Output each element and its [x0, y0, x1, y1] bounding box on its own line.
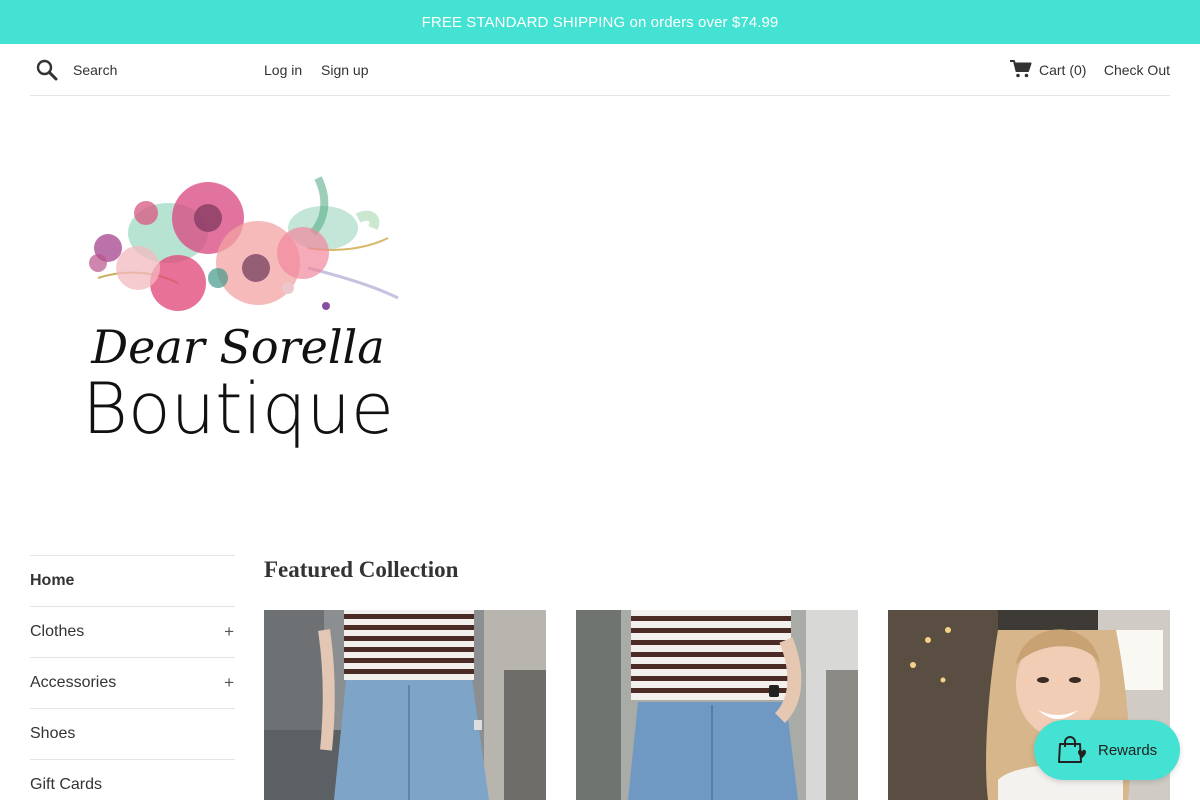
search-icon[interactable] [35, 58, 59, 82]
shopping-bag-heart-icon [1058, 736, 1086, 763]
sidebar-item-label: Gift Cards [30, 776, 103, 793]
rewards-label: Rewards [1098, 741, 1158, 759]
signup-link[interactable]: Sign up [321, 62, 368, 78]
product-card[interactable] [264, 610, 546, 800]
checkout-link[interactable]: Check Out [1104, 62, 1170, 78]
announcement-bar: FREE STANDARD SHIPPING on orders over $7… [0, 0, 1200, 44]
sidebar-item-shoes[interactable]: Shoes [30, 709, 235, 760]
sidebar-item-gift-cards[interactable]: Gift Cards [30, 760, 235, 800]
sidebar-nav: Home Clothes + Accessories + Shoes Gift … [30, 555, 235, 800]
sidebar-item-label: Shoes [30, 725, 76, 742]
login-link[interactable]: Log in [264, 62, 302, 78]
product-card[interactable] [576, 610, 858, 800]
striped-top-jeans-photo[interactable] [264, 610, 546, 800]
boutique-logo[interactable]: Dear Sorella Boutique [68, 158, 408, 458]
logo-line2: Boutique [82, 368, 394, 450]
sidebar-item-accessories[interactable]: Accessories + [30, 658, 235, 709]
striped-top-jeans-photo[interactable] [576, 610, 858, 800]
rewards-button[interactable]: Rewards [1034, 720, 1180, 780]
section-title: Featured Collection [264, 557, 459, 582]
cart-link[interactable]: Cart (0) [1039, 62, 1086, 78]
sidebar-item-label: Home [30, 572, 75, 589]
announcement-text: FREE STANDARD SHIPPING on orders over $7… [421, 13, 779, 31]
sidebar-item-clothes[interactable]: Clothes + [30, 607, 235, 658]
sidebar-item-label: Clothes [30, 623, 85, 640]
sidebar-item-label: Accessories [30, 674, 117, 691]
expand-icon[interactable]: + [224, 622, 234, 642]
cart-icon[interactable] [1010, 59, 1032, 79]
top-bar: Search Log in Sign up Cart (0) Check Out [30, 44, 1170, 96]
search-input[interactable]: Search [73, 62, 117, 78]
sidebar-item-home[interactable]: Home [30, 556, 235, 607]
expand-icon[interactable]: + [224, 673, 234, 693]
logo-line1: Dear Sorella [90, 320, 384, 374]
